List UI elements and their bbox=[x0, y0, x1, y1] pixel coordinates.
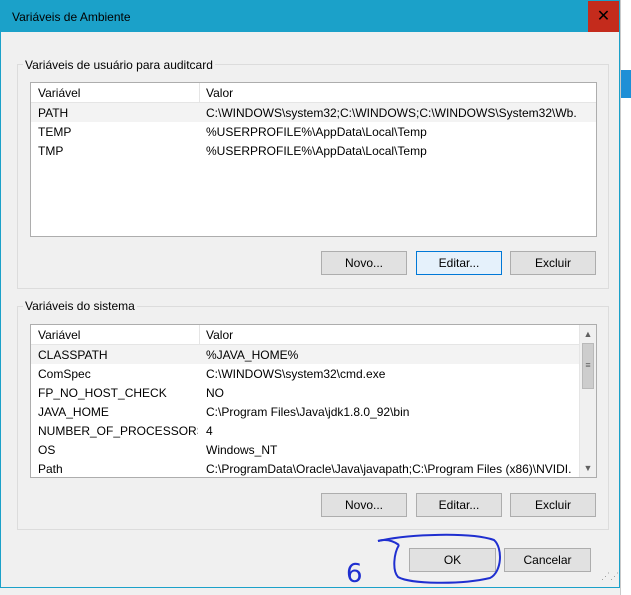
environment-variables-dialog: Variáveis de Ambiente ✕ Variáveis de usu… bbox=[0, 0, 620, 588]
ok-button[interactable]: OK bbox=[409, 548, 496, 572]
user-delete-button[interactable]: Excluir bbox=[510, 251, 596, 275]
column-header-variable[interactable]: Variável bbox=[38, 328, 80, 342]
table-row[interactable]: TEMP %USERPROFILE%\AppData\Local\Temp bbox=[31, 122, 596, 141]
table-row[interactable]: JAVA_HOME C:\Program Files\Java\jdk1.8.0… bbox=[31, 402, 579, 421]
table-row[interactable]: FP_NO_HOST_CHECK NO bbox=[31, 383, 579, 402]
row-value: %JAVA_HOME% bbox=[206, 348, 299, 362]
row-value: C:\Program Files\Java\jdk1.8.0_92\bin bbox=[206, 405, 410, 419]
row-variable: CLASSPATH bbox=[38, 348, 108, 362]
system-edit-button[interactable]: Editar... bbox=[416, 493, 502, 517]
column-separator[interactable] bbox=[199, 83, 200, 102]
system-variables-list[interactable]: Variável Valor CLASSPATH %JAVA_HOME% Com… bbox=[30, 324, 597, 478]
background-accent bbox=[621, 70, 631, 98]
user-variables-title: Variáveis de usuário para auditcard bbox=[23, 58, 215, 72]
user-variables-list[interactable]: Variável Valor PATH C:\WINDOWS\system32;… bbox=[30, 82, 597, 237]
user-new-button[interactable]: Novo... bbox=[321, 251, 407, 275]
grip-icon: ≡ bbox=[585, 360, 591, 370]
row-variable: OS bbox=[38, 443, 56, 457]
close-icon: ✕ bbox=[596, 8, 611, 25]
table-row[interactable]: TMP %USERPROFILE%\AppData\Local\Temp bbox=[31, 141, 596, 160]
column-header-value[interactable]: Valor bbox=[206, 328, 233, 342]
row-value: %USERPROFILE%\AppData\Local\Temp bbox=[206, 125, 427, 139]
table-row[interactable]: Path C:\ProgramData\Oracle\Java\javapath… bbox=[31, 459, 579, 477]
cancel-button[interactable]: Cancelar bbox=[504, 548, 591, 572]
table-row[interactable]: ComSpec C:\WINDOWS\system32\cmd.exe bbox=[31, 364, 579, 383]
list-header: Variável Valor bbox=[31, 325, 596, 345]
list-header: Variável Valor bbox=[31, 83, 596, 103]
scroll-thumb[interactable]: ≡ bbox=[582, 343, 594, 389]
system-new-button[interactable]: Novo... bbox=[321, 493, 407, 517]
system-list-scrollbar[interactable]: ▲ ≡ ▼ bbox=[579, 325, 596, 477]
row-variable: TEMP bbox=[38, 125, 72, 139]
row-variable: JAVA_HOME bbox=[38, 405, 109, 419]
user-edit-button[interactable]: Editar... bbox=[416, 251, 502, 275]
row-variable: Path bbox=[38, 462, 63, 476]
background-window-edge bbox=[620, 0, 631, 595]
table-row[interactable]: PATH C:\WINDOWS\system32;C:\WINDOWS;C:\W… bbox=[31, 103, 596, 122]
row-value: C:\WINDOWS\system32\cmd.exe bbox=[206, 367, 386, 381]
table-row[interactable]: NUMBER_OF_PROCESSORS 4 bbox=[31, 421, 579, 440]
column-header-value[interactable]: Valor bbox=[206, 86, 233, 100]
row-value: C:\ProgramData\Oracle\Java\javapath;C:\P… bbox=[206, 462, 571, 476]
close-button[interactable]: ✕ bbox=[588, 1, 619, 32]
table-row[interactable]: CLASSPATH %JAVA_HOME% bbox=[31, 345, 579, 364]
row-value: NO bbox=[206, 386, 224, 400]
row-variable: NUMBER_OF_PROCESSORS bbox=[38, 424, 198, 438]
table-row[interactable]: OS Windows_NT bbox=[31, 440, 579, 459]
row-value: Windows_NT bbox=[206, 443, 278, 457]
scroll-up-arrow-icon[interactable]: ▲ bbox=[580, 326, 596, 342]
resize-grip-icon[interactable]: ⋰⋰ bbox=[601, 572, 619, 587]
system-variables-title: Variáveis do sistema bbox=[23, 299, 137, 313]
scroll-down-arrow-icon[interactable]: ▼ bbox=[580, 460, 596, 476]
title-bar[interactable]: Variáveis de Ambiente ✕ bbox=[1, 1, 619, 32]
dialog-title: Variáveis de Ambiente bbox=[12, 10, 131, 24]
row-value: C:\WINDOWS\system32;C:\WINDOWS;C:\WINDOW… bbox=[206, 106, 576, 120]
row-variable: PATH bbox=[38, 106, 69, 120]
row-value: 4 bbox=[206, 424, 213, 438]
row-value: %USERPROFILE%\AppData\Local\Temp bbox=[206, 144, 427, 158]
column-header-variable[interactable]: Variável bbox=[38, 86, 80, 100]
row-variable: TMP bbox=[38, 144, 64, 158]
column-separator[interactable] bbox=[199, 325, 200, 344]
row-variable: ComSpec bbox=[38, 367, 91, 381]
row-variable: FP_NO_HOST_CHECK bbox=[38, 386, 167, 400]
system-delete-button[interactable]: Excluir bbox=[510, 493, 596, 517]
